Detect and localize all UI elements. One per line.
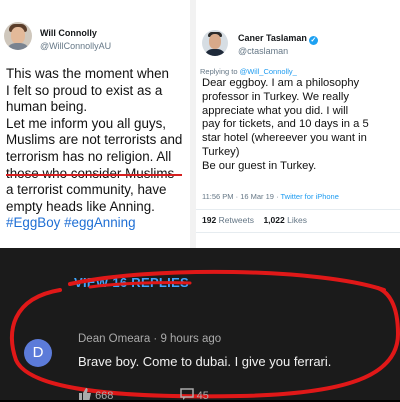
tweet-timestamp: 11:56 PM · 16 Mar 19 · Twitter for iPhon… <box>202 192 339 201</box>
tweet-right-line: star hotel (whereever you want in <box>202 132 367 145</box>
tweet-right-author-name[interactable]: Caner Taslaman ✓ <box>238 33 318 45</box>
tweet-stats: 192 Retweets 1,022 Likes <box>202 215 307 225</box>
tweet-right-line: professor in Turkey. We really <box>202 90 349 103</box>
commenter-avatar[interactable]: D <box>24 339 52 367</box>
tweet-right-author-handle[interactable]: @ctaslaman <box>238 46 288 56</box>
caner-taslaman-avatar[interactable] <box>202 30 228 56</box>
tweet-left-author-name[interactable]: Will Connolly <box>40 28 97 38</box>
tweet-right-line: pay for tickets, and 10 days in a 5 <box>202 118 369 131</box>
likes-label: Likes <box>287 215 307 225</box>
tweet-left-line: terrorism has no religion. All <box>6 148 172 164</box>
tweet-left-line: Let me inform you all guys, <box>6 115 167 131</box>
verified-badge-icon: ✓ <box>308 36 318 45</box>
tweet-right-body: Dear eggboy. I am a philosophy professor… <box>202 77 398 174</box>
comment-author-and-time[interactable]: Dean Omeara · 9 hours ago <box>78 333 221 345</box>
tweet-left-author-handle[interactable]: @WillConnollyAU <box>40 41 111 51</box>
retweets-label: Retweets <box>218 215 254 225</box>
replying-to-line: Replying to @Will_Connolly_ <box>200 67 297 76</box>
red-underline-annotation <box>6 174 182 176</box>
replying-to-handle[interactable]: @Will_Connolly_ <box>240 67 297 76</box>
tweet-source-link[interactable]: Twitter for iPhone <box>281 192 339 201</box>
tweet-right-line: Dear eggboy. I am a philosophy <box>202 77 360 89</box>
comment-panel <box>0 248 400 400</box>
tweet-right-line: appreciate what you did. I will <box>202 104 349 117</box>
tweet-left-line: This was the moment when <box>6 66 169 81</box>
retweets-count[interactable]: 192 <box>202 215 216 225</box>
tweet-left-line: human being. <box>6 99 88 115</box>
tweet-left-line: empty heads like Anning. <box>6 198 155 214</box>
tweet-left-hashtags[interactable]: #EggBoy #eggAnning <box>6 215 192 232</box>
tweet-right-line: Turkey) <box>202 145 240 158</box>
will-connolly-avatar[interactable] <box>4 22 32 50</box>
stats-divider-top <box>196 209 400 210</box>
comment-text: Brave boy. Come to dubai. I give you fer… <box>78 354 332 369</box>
tweet-left-line: Muslims are not terrorists and <box>6 132 183 148</box>
replies-button[interactable]: 45 <box>179 388 209 402</box>
thumbs-up-icon <box>79 388 91 400</box>
likes-count[interactable]: 1,022 <box>263 215 284 225</box>
view-replies-link[interactable]: VIEW 16 REPLIES <box>74 275 189 290</box>
tweet-left-line: I felt so proud to exist as a <box>6 82 163 98</box>
like-count: 668 <box>95 390 114 402</box>
tweet-left-body: This was the moment when I felt so proud… <box>6 66 192 232</box>
stats-divider-bottom <box>196 232 400 233</box>
reply-count: 45 <box>196 390 209 402</box>
reply-icon <box>179 388 194 400</box>
tweet-right-line: Be our guest in Turkey. <box>202 159 317 172</box>
tweet-left-line: a terrorist community, have <box>6 182 167 198</box>
like-button[interactable]: 668 <box>78 388 116 402</box>
